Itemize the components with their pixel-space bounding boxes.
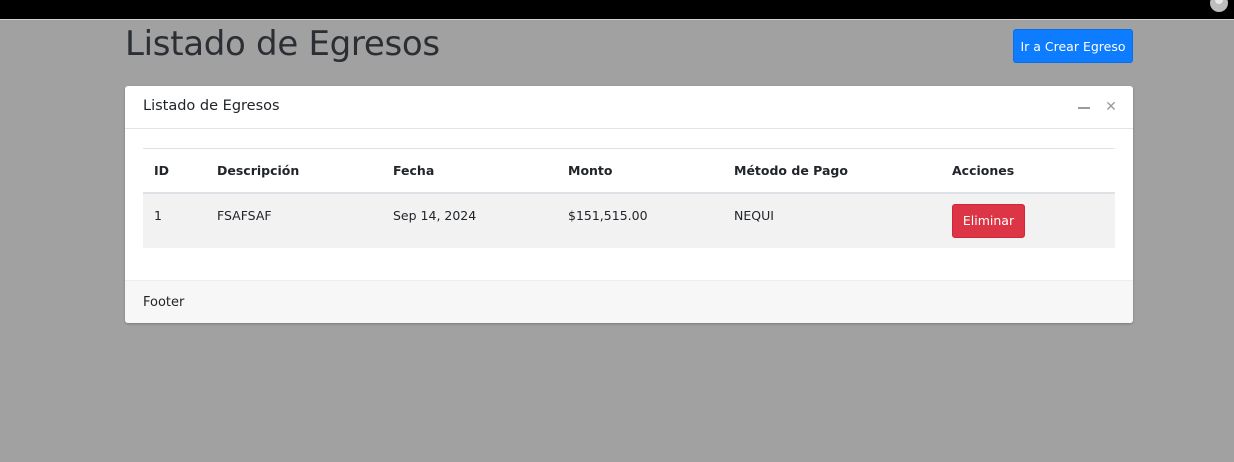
cell-descripcion: FSAFSAF [217, 208, 272, 223]
cell-monto: $151,515.00 [568, 208, 648, 223]
egresos-table: ID Descripción Fecha Monto Método de Pag… [143, 148, 1115, 248]
delete-button[interactable]: Eliminar [952, 203, 1025, 238]
column-header-id: ID [154, 162, 170, 178]
column-header-descripcion: Descripción [217, 162, 300, 178]
page-title: Listado de Egresos [125, 24, 440, 64]
minimize-icon[interactable] [1077, 99, 1091, 115]
user-icon[interactable] [1210, 0, 1228, 12]
footer-text: Footer [143, 295, 185, 310]
egresos-card: Listado de Egresos ✕ ID Descripción Fech… [125, 86, 1133, 323]
column-header-monto: Monto [568, 162, 613, 178]
cell-id: 1 [154, 208, 162, 223]
top-navbar [0, 0, 1234, 20]
egresos-table-wrapper: ID Descripción Fecha Monto Método de Pag… [143, 148, 1115, 248]
cell-acciones: Eliminar [941, 193, 1115, 248]
table-header-row: ID Descripción Fecha Monto Método de Pag… [143, 148, 1115, 193]
create-egreso-button[interactable]: Ir a Crear Egreso [1013, 29, 1133, 63]
cell-fecha: Sep 14, 2024 [393, 208, 477, 223]
card-header: Listado de Egresos ✕ [125, 86, 1133, 129]
table-row: 1 FSAFSAF Sep 14, 2024 $151,515.00 NEQUI… [143, 192, 1115, 248]
close-icon[interactable]: ✕ [1104, 99, 1118, 115]
card-footer: Footer [125, 280, 1133, 323]
column-header-acciones: Acciones [952, 162, 1015, 178]
card-title: Listado de Egresos [143, 98, 280, 114]
cell-metodo-pago: NEQUI [734, 208, 774, 223]
column-header-fecha: Fecha [393, 162, 435, 178]
column-header-metodo-pago: Método de Pago [734, 162, 848, 178]
